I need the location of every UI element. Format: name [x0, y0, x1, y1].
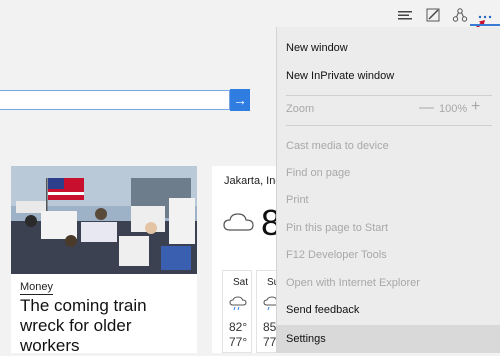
- forecast-day-name: Sat: [233, 277, 249, 288]
- zoom-level: 100%: [439, 103, 468, 115]
- menu-item-find-on-page[interactable]: Find on page: [277, 160, 500, 186]
- more-active-indicator: [470, 24, 500, 26]
- weather-card[interactable]: Jakarta, Indon 8 Sat 82° 77° Su 85 77: [212, 166, 294, 353]
- menu-item-label: F12 Developer Tools: [286, 249, 387, 261]
- search-input[interactable]: [0, 90, 230, 110]
- more-actions-menu: New window New InPrivate window Zoom — 1…: [276, 27, 500, 353]
- menu-item-pin-to-start[interactable]: Pin this page to Start: [277, 215, 500, 241]
- news-category-link[interactable]: Money: [20, 281, 54, 295]
- menu-item-label: Print: [286, 194, 309, 206]
- news-photo: [11, 166, 197, 274]
- menu-item-new-window[interactable]: New window: [277, 35, 500, 61]
- forecast-low: 77°: [229, 335, 248, 349]
- rain-cloud-icon: [229, 295, 247, 316]
- hub-icon[interactable]: [397, 7, 413, 23]
- news-headline[interactable]: The coming train wreck for older workers: [20, 296, 195, 356]
- cloud-icon: [222, 210, 256, 239]
- menu-item-send-feedback[interactable]: Send feedback: [277, 297, 500, 323]
- menu-item-label: Find on page: [286, 167, 351, 179]
- menu-item-label: Open with Internet Explorer: [286, 277, 420, 289]
- menu-item-label: Settings: [286, 333, 326, 345]
- menu-item-label: New window: [286, 42, 348, 54]
- zoom-out-button[interactable]: —: [419, 99, 434, 116]
- forecast-low: 77: [263, 335, 277, 349]
- menu-item-label: Send feedback: [286, 304, 360, 316]
- zoom-label: Zoom: [286, 103, 315, 115]
- menu-item-new-inprivate-window[interactable]: New InPrivate window: [277, 63, 500, 89]
- menu-separator: [286, 125, 492, 126]
- forecast-high: 82°: [229, 320, 248, 334]
- forecast-high: 85: [263, 320, 277, 334]
- forecast-day: Sat 82° 77°: [222, 270, 252, 353]
- web-note-icon[interactable]: [425, 7, 441, 23]
- browser-toolbar: [0, 0, 500, 33]
- search-go-button[interactable]: →: [230, 89, 250, 111]
- menu-item-open-with-ie[interactable]: Open with Internet Explorer: [277, 270, 500, 296]
- menu-item-label: New InPrivate window: [286, 70, 395, 82]
- news-card[interactable]: Money The coming train wreck for older w…: [11, 166, 197, 356]
- menu-item-label: Cast media to device: [286, 140, 389, 152]
- share-icon[interactable]: [452, 7, 468, 23]
- menu-item-settings[interactable]: Settings: [277, 325, 500, 353]
- menu-item-label: Pin this page to Start: [286, 222, 389, 234]
- menu-item-developer-tools[interactable]: F12 Developer Tools: [277, 242, 500, 268]
- menu-item-cast-media[interactable]: Cast media to device: [277, 133, 500, 159]
- menu-separator: [286, 95, 492, 96]
- menu-item-print[interactable]: Print: [277, 187, 500, 213]
- zoom-in-button[interactable]: +: [471, 98, 480, 116]
